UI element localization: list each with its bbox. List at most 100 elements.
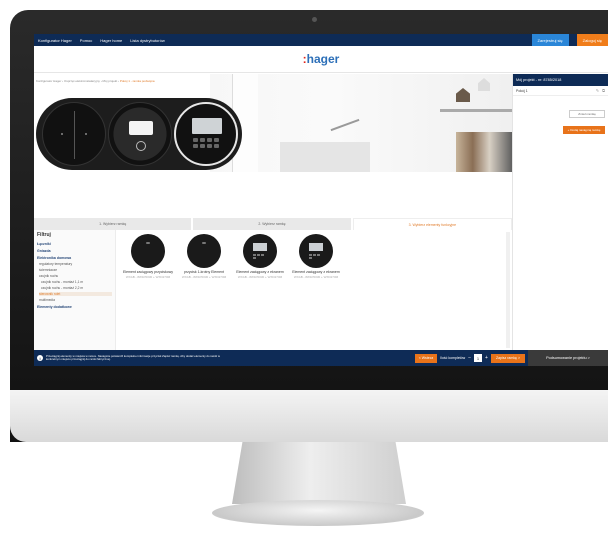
thermostat-keys [193, 138, 221, 148]
product-name: przycisk 1-krotny Element [183, 270, 225, 274]
quantity-input[interactable]: 1 [474, 354, 483, 362]
info-icon: i [37, 355, 43, 361]
filter-sidebar: Filtruj Łączniki Gniazda Elektronika dom… [34, 230, 116, 350]
back-button[interactable]: < Wstecz [414, 353, 438, 363]
product-tile[interactable]: Element zaciągowy z ekranem WXAB - 8W1P0… [290, 234, 342, 279]
key [193, 144, 198, 148]
product-grid: Element zaciągowy przyciskowy WXAB - 8W1… [118, 234, 512, 350]
product-code: WXAB - 8W1P0030 + WXD270M [237, 275, 283, 279]
edit-icon[interactable]: ✎ [596, 88, 599, 93]
display-mark [253, 243, 267, 251]
product-image [131, 234, 165, 268]
key [200, 144, 205, 148]
screen: Konfigurator Hager Pomoc Hager home List… [34, 34, 608, 366]
filter-sub-motion-sensor[interactable]: czujnik ruchu [39, 274, 112, 278]
rocker-dot [61, 133, 63, 135]
key [200, 138, 205, 142]
filter-category-extras[interactable]: Elementy dodatkowe [37, 305, 112, 309]
project-title: Mój projekt - nr: 8785/2018 [513, 74, 608, 86]
monitor-stand-neck [232, 442, 406, 504]
filter-sub-blind-controller[interactable]: sterownik rolet [39, 292, 112, 296]
nav-item-distributors[interactable]: Lista dystrybutorów [130, 38, 164, 43]
sensor-ring [136, 141, 146, 151]
filter-sub-multimedia[interactable]: multimedia [39, 298, 112, 302]
filter-sub-dimmers[interactable]: ściemniacze [39, 268, 112, 272]
frame-slot-1[interactable] [42, 102, 106, 166]
button-mark [202, 242, 206, 244]
product-code: WXAB - 8W1P0030 + WXD270M [293, 275, 339, 279]
filter-sub-motion-sensor-2-2[interactable]: czujnik ruchu - montaż 2,2 m [41, 286, 112, 290]
product-tile[interactable]: Element zaciągowy z ekranem WXAB - 8W1P0… [234, 234, 286, 279]
register-button[interactable]: Zarejestruj się [531, 34, 569, 46]
step-tabs: 1. Wybierz ramkę 2. Wybierz ramkę 3. Wyb… [34, 218, 512, 230]
monitor-stand-foot [212, 500, 424, 526]
camera-icon [312, 17, 317, 22]
product-name: Element zaciągowy przyciskowy [123, 270, 173, 274]
product-code: WXAB - 8W1P0030 + WXD270M [125, 275, 171, 279]
monitor-chin [10, 390, 608, 442]
tab-step-3[interactable]: 3. Wybierz elementy funkcyjne [352, 218, 512, 230]
project-panel: Mój projekt - nr: 8785/2018 Pokój 1 ✎ ⧉ … [512, 74, 608, 350]
quantity-label: Ilość kompletów [440, 356, 466, 360]
tab-step-2[interactable]: 2. Wybierz ramkę [193, 218, 351, 230]
breadcrumb: Konfigurator Hager › Osprzęt elektroinst… [36, 79, 216, 83]
copy-icon[interactable]: ⧉ [602, 88, 605, 93]
filter-sub-motion-sensor-1-1[interactable]: czujnik ruchu - montaż 1,1 m [41, 280, 112, 284]
product-tile[interactable]: przycisk 1-krotny Element WXAB - 8W1P003… [178, 234, 230, 279]
thermostat-display [192, 118, 222, 134]
frame-slot-2[interactable] [108, 102, 172, 166]
photo-decor-house [478, 78, 490, 91]
sensor-window [129, 121, 153, 135]
keys-mark [253, 254, 267, 259]
main-content: Konfigurator Hager › Osprzęt elektroinst… [34, 74, 608, 350]
photo-lamp [330, 118, 360, 132]
save-frame-button[interactable]: Zapisz ramkę > [490, 353, 525, 363]
product-name: Element zaciągowy z ekranem [292, 270, 340, 274]
change-frame-button[interactable]: Zmień ramkę [569, 110, 605, 118]
photo-books [456, 132, 512, 172]
bottom-action-bar: i Przeciągnij elementy w miejsca w ramce… [34, 350, 608, 366]
login-button[interactable]: Zaloguj się [576, 34, 608, 46]
frame-slot-3[interactable] [174, 102, 238, 166]
keys-mark [309, 254, 323, 259]
quantity-increase-button[interactable]: + [485, 355, 488, 361]
room-photo [210, 74, 512, 172]
hager-logo[interactable]: :hager [303, 52, 340, 66]
filter-category-switches[interactable]: Łączniki [37, 242, 112, 246]
filter-sub-thermostats[interactable]: regulatory temperatury [39, 262, 112, 266]
configurator-area: Konfigurator Hager › Osprzęt elektroinst… [34, 74, 512, 350]
quantity-decrease-button[interactable]: − [468, 355, 471, 361]
key [207, 138, 212, 142]
product-image [299, 234, 333, 268]
add-frame-button[interactable]: + Dodaj następną ramkę [563, 126, 605, 134]
logo-bar: :hager [34, 46, 608, 73]
info-text: Przeciągnij elementy w miejsca w ramce. … [46, 353, 220, 361]
product-image [187, 234, 221, 268]
breadcrumb-path[interactable]: Konfigurator Hager › Osprzęt elektroinst… [36, 79, 119, 83]
rocker-split [74, 111, 75, 159]
filter-category-sockets[interactable]: Gniazda [37, 249, 112, 253]
display-mark [309, 243, 323, 251]
frame-preview [36, 98, 242, 170]
key [214, 144, 219, 148]
button-mark [146, 242, 150, 244]
key [214, 138, 219, 142]
key [193, 138, 198, 142]
filter-title: Filtruj [37, 232, 51, 238]
product-tile[interactable]: Element zaciągowy przyciskowy WXAB - 8W1… [122, 234, 174, 279]
top-navigation: Konfigurator Hager Pomoc Hager home List… [34, 34, 608, 46]
product-scrollbar[interactable] [506, 232, 510, 348]
project-room-row[interactable]: Pokój 1 ✎ ⧉ [513, 86, 608, 96]
product-name: Element zaciągowy z ekranem [236, 270, 284, 274]
nav-item-hager-home[interactable]: Hager home [100, 38, 122, 43]
product-code: WXAB - 8W1P0030 + WXD270M [181, 275, 227, 279]
photo-shelf [440, 109, 512, 112]
project-summary-button[interactable]: Podsumowanie projektu > [528, 350, 608, 366]
photo-decor-house [456, 88, 470, 102]
photo-desk [280, 142, 370, 172]
key [207, 144, 212, 148]
nav-item-configurator[interactable]: Konfigurator Hager [38, 38, 72, 43]
tab-step-1[interactable]: 1. Wybierz ramkę [34, 218, 192, 230]
filter-category-home-electronics[interactable]: Elektronika domowa [37, 256, 112, 260]
nav-item-help[interactable]: Pomoc [80, 38, 92, 43]
